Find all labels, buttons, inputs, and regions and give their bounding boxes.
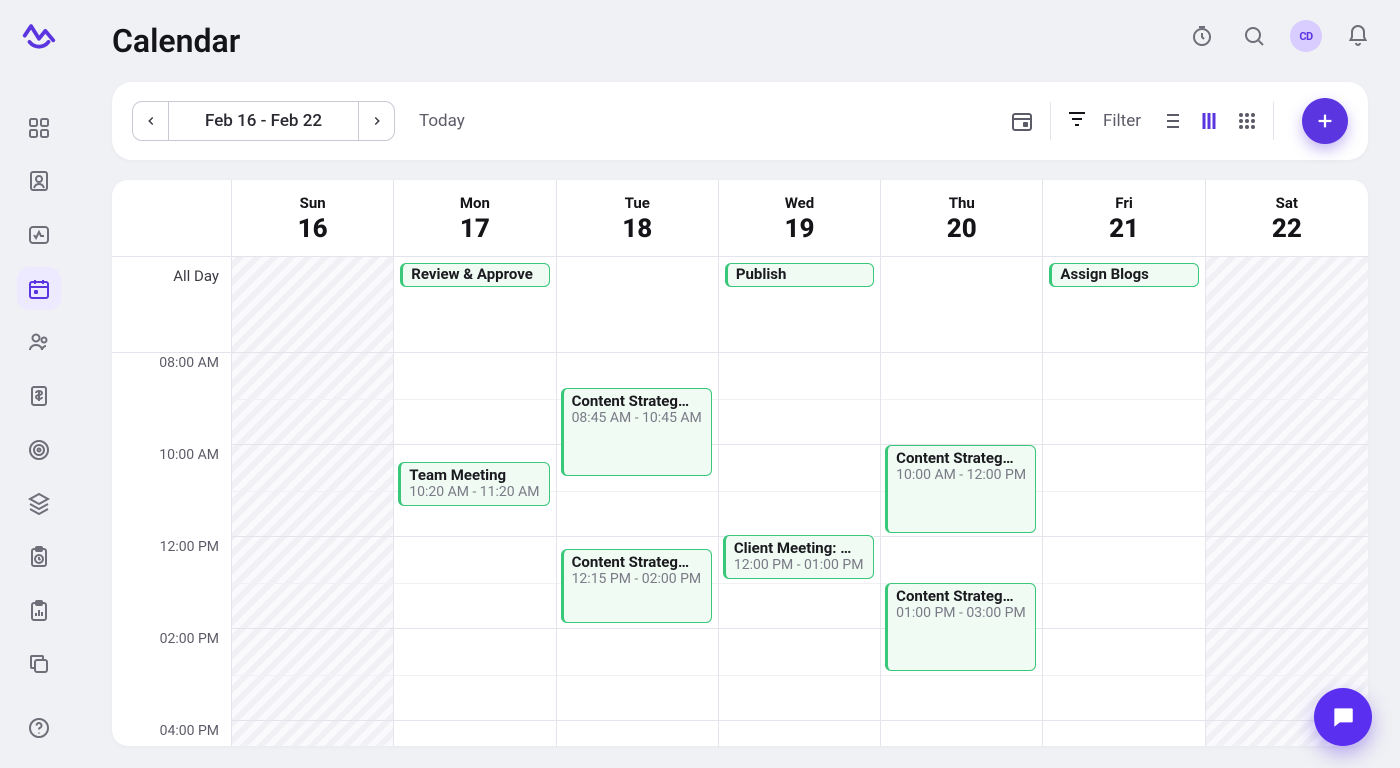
calendar-event[interactable]: Client Meeting: …12:00 PM - 01:00 PM xyxy=(723,535,874,579)
all-day-row[interactable] xyxy=(1206,257,1368,353)
filter-label: Filter xyxy=(1103,111,1141,131)
day-header: Sat22 xyxy=(1206,180,1368,256)
timed-event-layer: Content Strateg…10:00 AM - 12:00 PM Conte… xyxy=(881,353,1042,746)
nav-copy[interactable] xyxy=(17,643,61,687)
view-list-icon[interactable] xyxy=(1159,109,1183,133)
calendar-event[interactable]: Content Strateg…12:15 PM - 02:00 PM xyxy=(561,549,712,623)
calendar-event[interactable]: Content Strateg…10:00 AM - 12:00 PM xyxy=(885,445,1036,533)
all-day-event[interactable]: Review & Approve xyxy=(400,263,549,287)
all-day-row[interactable] xyxy=(557,257,718,353)
calendar-event[interactable]: Content Strateg…08:45 AM - 10:45 AM xyxy=(561,388,712,476)
mini-calendar-icon[interactable] xyxy=(1008,107,1036,135)
day-column: Content Strateg…10:00 AM - 12:00 PM Conte… xyxy=(881,257,1043,746)
search-icon[interactable] xyxy=(1238,20,1270,52)
day-column xyxy=(1206,257,1368,746)
calendar-event[interactable]: Team Meeting10:20 AM - 11:20 AM xyxy=(398,462,549,506)
chat-fab[interactable] xyxy=(1314,688,1372,746)
next-week-button[interactable] xyxy=(358,102,394,140)
all-day-row[interactable] xyxy=(232,257,393,353)
view-switcher xyxy=(1159,109,1259,133)
day-column: Review & Approve Team Meeting10:20 AM - … xyxy=(394,257,556,746)
hour-label: 08:00 AM xyxy=(112,353,231,445)
calendar-event[interactable]: Content Strateg…01:00 PM - 03:00 PM xyxy=(885,583,1036,671)
all-day-event[interactable]: Assign Blogs xyxy=(1049,263,1198,287)
all-day-row[interactable]: Review & Approve xyxy=(394,257,555,353)
timed-event-layer xyxy=(232,353,393,746)
header-gutter xyxy=(112,180,232,256)
today-button[interactable]: Today xyxy=(419,111,465,131)
hour-label: 02:00 PM xyxy=(112,629,231,721)
nav-calendar[interactable] xyxy=(17,267,61,311)
nav-report-clipboard[interactable] xyxy=(17,589,61,633)
header-actions: CD xyxy=(1186,20,1374,52)
nav-activity[interactable] xyxy=(17,213,61,257)
timed-event-layer xyxy=(1043,353,1204,746)
nav-target[interactable] xyxy=(17,428,61,472)
sidebar xyxy=(0,0,78,768)
view-grid-icon[interactable] xyxy=(1235,109,1259,133)
all-day-label: All Day xyxy=(112,257,231,353)
nav-time-clipboard[interactable] xyxy=(17,535,61,579)
hour-label: 04:00 PM xyxy=(112,721,231,746)
view-column-icon[interactable] xyxy=(1197,109,1221,133)
nav-team[interactable] xyxy=(17,320,61,364)
all-day-row[interactable]: Publish xyxy=(719,257,880,353)
bell-icon[interactable] xyxy=(1342,20,1374,52)
app-logo[interactable] xyxy=(17,12,61,56)
avatar[interactable]: CD xyxy=(1290,20,1322,52)
nav-contact[interactable] xyxy=(17,159,61,203)
filter-icon xyxy=(1065,107,1089,135)
nav-layers[interactable] xyxy=(17,482,61,526)
nav-help[interactable] xyxy=(17,706,61,750)
day-column: Content Strateg…08:45 AM - 10:45 AM Conte… xyxy=(557,257,719,746)
nav-billing[interactable] xyxy=(17,374,61,418)
day-column: Publish Client Meeting: …12:00 PM - 01:0… xyxy=(719,257,881,746)
calendar-grid: Sun16Mon17Tue18Wed19Thu20Fri21Sat22 All … xyxy=(112,180,1368,746)
all-day-row[interactable]: Assign Blogs xyxy=(1043,257,1204,353)
time-column: All Day08:00 AM10:00 AM12:00 PM02:00 PM0… xyxy=(112,257,232,746)
page-title: Calendar xyxy=(112,22,240,60)
day-column: Assign Blogs xyxy=(1043,257,1205,746)
day-header: Sun16 xyxy=(232,180,394,256)
day-header: Thu20 xyxy=(881,180,1043,256)
timer-icon[interactable] xyxy=(1186,20,1218,52)
day-header: Tue18 xyxy=(557,180,719,256)
prev-week-button[interactable] xyxy=(133,102,169,140)
date-range-nav: Feb 16 - Feb 22 xyxy=(132,101,395,141)
day-header: Fri21 xyxy=(1043,180,1205,256)
nav-dashboard[interactable] xyxy=(17,106,61,150)
all-day-row[interactable] xyxy=(881,257,1042,353)
timed-event-layer: Team Meeting10:20 AM - 11:20 AM xyxy=(394,353,555,746)
day-header: Mon17 xyxy=(394,180,556,256)
add-button[interactable] xyxy=(1302,98,1348,144)
day-column xyxy=(232,257,394,746)
hour-label: 12:00 PM xyxy=(112,537,231,629)
timed-event-layer: Content Strateg…08:45 AM - 10:45 AM Conte… xyxy=(557,353,718,746)
day-header: Wed19 xyxy=(719,180,881,256)
timed-event-layer: Client Meeting: …12:00 PM - 01:00 PM xyxy=(719,353,880,746)
all-day-event[interactable]: Publish xyxy=(725,263,874,287)
filter-group[interactable]: Filter xyxy=(1065,107,1141,135)
calendar-toolbar: Feb 16 - Feb 22 Today Filter xyxy=(112,82,1368,160)
date-range-label[interactable]: Feb 16 - Feb 22 xyxy=(169,111,358,131)
hour-label: 10:00 AM xyxy=(112,445,231,537)
